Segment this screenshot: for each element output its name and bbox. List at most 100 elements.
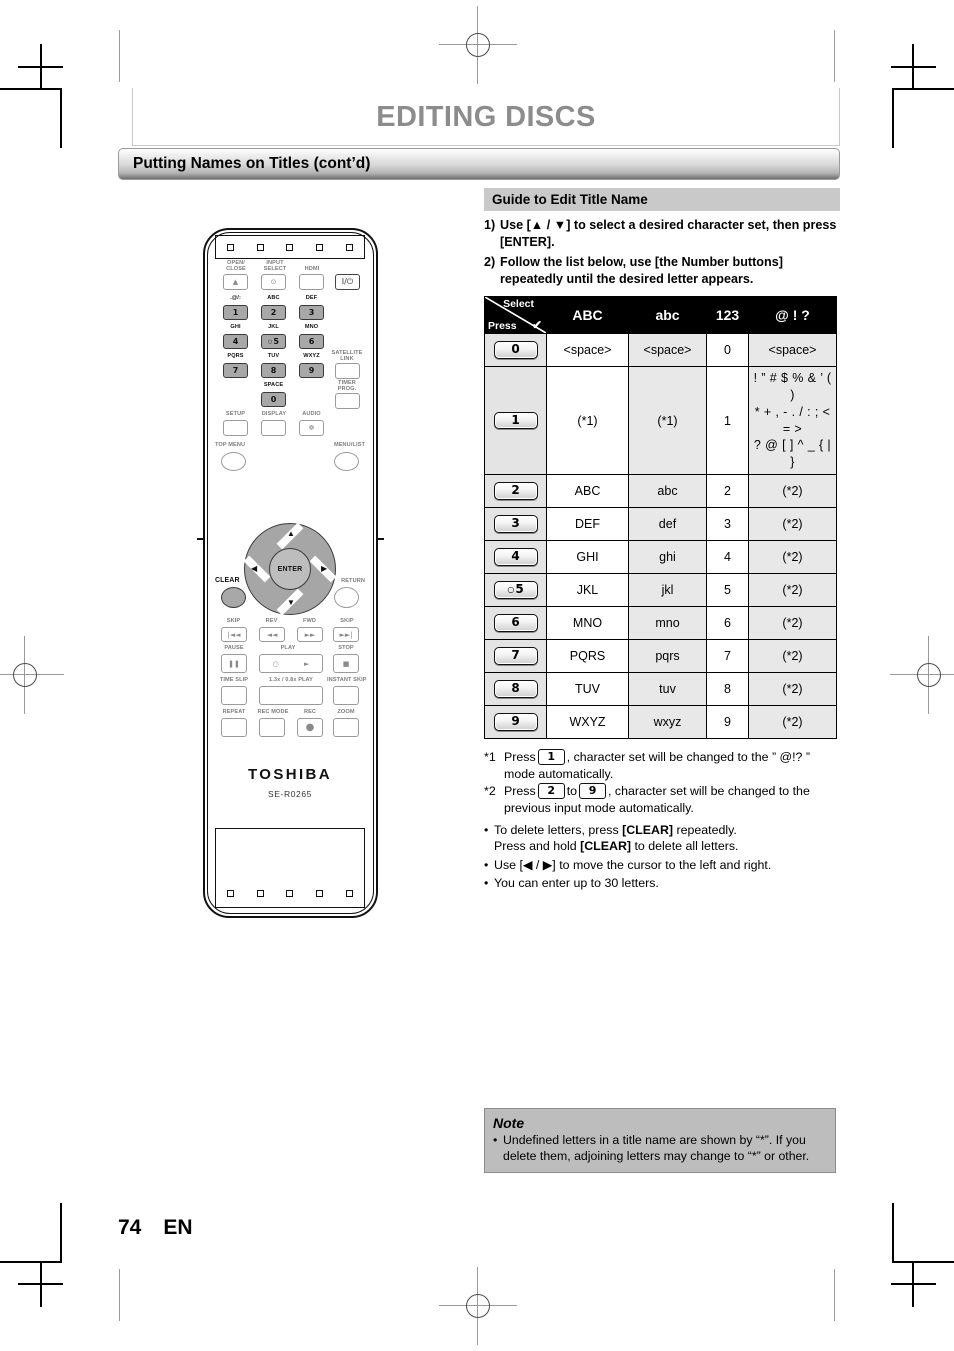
keypad-9-button[interactable]: 9	[299, 363, 324, 378]
cell-abc-lower: mno	[628, 606, 707, 641]
inline-key-2: 2	[537, 783, 565, 800]
bullet-item: • Use [◀ / ▶] to move the cursor to the …	[484, 857, 840, 874]
key-badge: 8	[493, 680, 538, 699]
open-close-button[interactable]: ▲	[223, 274, 248, 290]
pause-button[interactable]: ❚❚	[221, 654, 247, 673]
dpad-right-icon[interactable]: ▶	[321, 565, 327, 573]
label-instant-skip: INSTANT SKIP	[327, 677, 367, 683]
speed-play-button[interactable]	[259, 686, 323, 705]
table-row: 7 PQRS pqrs 7 (*2)	[484, 639, 837, 674]
cell-symbols: <space>	[748, 332, 837, 367]
remote-top-panel	[215, 235, 365, 259]
cell-abc-lower: def	[628, 507, 707, 542]
keypad-5-button[interactable]: ○ 5	[261, 334, 286, 349]
fwd-button[interactable]: ►►	[297, 627, 323, 642]
guide-heading: Guide to Edit Title Name	[484, 188, 840, 211]
setup-button[interactable]	[223, 420, 248, 436]
label-speed-play: 1.3x / 0.8x PLAY	[269, 677, 313, 683]
keypad-1-button[interactable]: 1	[223, 305, 248, 320]
cell-symbols: (*2)	[748, 606, 837, 641]
satellite-link-button[interactable]	[335, 363, 360, 379]
cell-symbols: ! ” # $ % & ’ ( ) * + , - . / : ; < = > …	[748, 365, 837, 476]
dpad-down-icon[interactable]: ▼	[287, 599, 295, 607]
cell-symbols: (*2)	[748, 474, 837, 509]
table-row: 3 DEF def 3 (*2)	[484, 507, 837, 542]
row-key-cell: 2	[484, 474, 547, 509]
brand-logo: TOSHIBA	[247, 766, 333, 783]
keypad-8-button[interactable]: 8	[261, 363, 286, 378]
registration-mark-top	[439, 6, 517, 84]
keypad-4-button[interactable]: 4	[223, 334, 248, 349]
rec-mode-button[interactable]	[259, 718, 285, 737]
instant-skip-button[interactable]	[333, 686, 359, 705]
return-button[interactable]	[334, 587, 359, 608]
menu-list-button[interactable]	[334, 452, 359, 471]
keypad-0-button[interactable]: 0	[261, 392, 286, 407]
cell-abc: TUV	[546, 672, 629, 707]
cell-abc-lower: jkl	[628, 573, 707, 608]
repeat-button[interactable]	[221, 718, 247, 737]
bullet-text: You can enter up to 30 letters.	[494, 876, 659, 891]
row-key-cell: 8	[484, 672, 547, 707]
cell-abc-lower: <space>	[628, 332, 707, 367]
footnote-1: *1 Press 1, character set will be changed…	[484, 749, 840, 782]
play-button[interactable]: ○ ►	[259, 654, 323, 673]
label-key-0: SPACE	[263, 382, 284, 388]
guide-step: 2) Follow the list below, use [the Numbe…	[484, 254, 840, 287]
note-box: Note • Undefined letters in a title name…	[484, 1108, 836, 1174]
table-row: 9 WXYZ wxyz 9 (*2)	[484, 705, 837, 740]
note-text: Undefined letters in a title name are sh…	[503, 1133, 810, 1164]
play-triangle-icon: ►	[303, 659, 310, 668]
page-number: 74	[118, 1216, 142, 1239]
rec-button[interactable]: ●	[297, 718, 323, 737]
cell-symbols: (*2)	[748, 540, 837, 575]
time-slip-button[interactable]	[221, 686, 247, 705]
note-title: Note	[493, 1115, 525, 1131]
hdmi-button[interactable]	[299, 274, 324, 290]
audio-button[interactable]: ☸	[299, 420, 324, 436]
display-button[interactable]	[261, 420, 286, 436]
label-zoom: ZOOM	[337, 709, 355, 715]
remote-control-illustration: OPEN/CLOSE INPUT SELECT HDMI ▲ ⊙ I/⏻ .@/:…	[197, 228, 384, 918]
cell-abc: PQRS	[546, 639, 629, 674]
skip-back-button[interactable]: |◄◄	[221, 627, 247, 642]
keypad-6-button[interactable]: 6	[299, 334, 324, 349]
corner-select-label: Select	[503, 297, 534, 310]
bullet-text-a: To delete letters, press	[494, 822, 623, 837]
skip-fwd-button[interactable]: ►►|	[333, 627, 359, 642]
corner-press-label: Press	[488, 319, 517, 332]
zoom-button[interactable]	[333, 718, 359, 737]
panel-square-icon	[345, 243, 353, 251]
label-pause: PAUSE	[224, 645, 244, 651]
enter-button[interactable]: ENTER	[269, 548, 311, 590]
key-badge: 9	[493, 713, 538, 732]
stop-button[interactable]: ■	[333, 654, 359, 673]
keypad-7-button[interactable]: 7	[223, 363, 248, 378]
table-row: 0 <space> <space> 0 <space>	[484, 332, 837, 367]
cell-123: 6	[706, 606, 749, 641]
cell-123: 4	[706, 540, 749, 575]
input-select-button[interactable]: ⊙	[261, 274, 286, 290]
cell-symbols: (*2)	[748, 573, 837, 608]
label-return: RETURN	[341, 578, 365, 584]
note-item: • Undefined letters in a title name are …	[493, 1132, 827, 1164]
rev-button[interactable]: ◄◄	[259, 627, 285, 642]
remote-face: OPEN/CLOSE INPUT SELECT HDMI ▲ ⊙ I/⏻ .@/:…	[215, 260, 367, 826]
power-button[interactable]: I/⏻	[335, 274, 360, 290]
dpad-up-icon[interactable]: ▲	[287, 530, 295, 538]
column-header-abc: ABC	[546, 295, 629, 334]
keypad-2-button[interactable]: 2	[261, 305, 286, 320]
step-text: Follow the list below, use [the Number b…	[500, 255, 783, 287]
cell-abc-lower: pqrs	[628, 639, 707, 674]
keypad-3-button[interactable]: 3	[299, 305, 324, 320]
record-dot-icon: ○	[272, 659, 279, 668]
cell-123: 5	[706, 573, 749, 608]
top-menu-button[interactable]	[221, 452, 246, 471]
timer-prog-button[interactable]	[335, 393, 360, 409]
page-title: EDITING DISCS	[376, 100, 596, 133]
bullet-item: • To delete letters, press [CLEAR] repea…	[484, 822, 840, 855]
clear-button[interactable]	[221, 587, 246, 608]
dpad-left-icon[interactable]: ◀	[251, 565, 257, 573]
table-row: 1 (*1) (*1) 1 ! ” # $ % & ’ ( ) * + , - …	[484, 365, 837, 476]
panel-square-icon	[286, 890, 294, 897]
